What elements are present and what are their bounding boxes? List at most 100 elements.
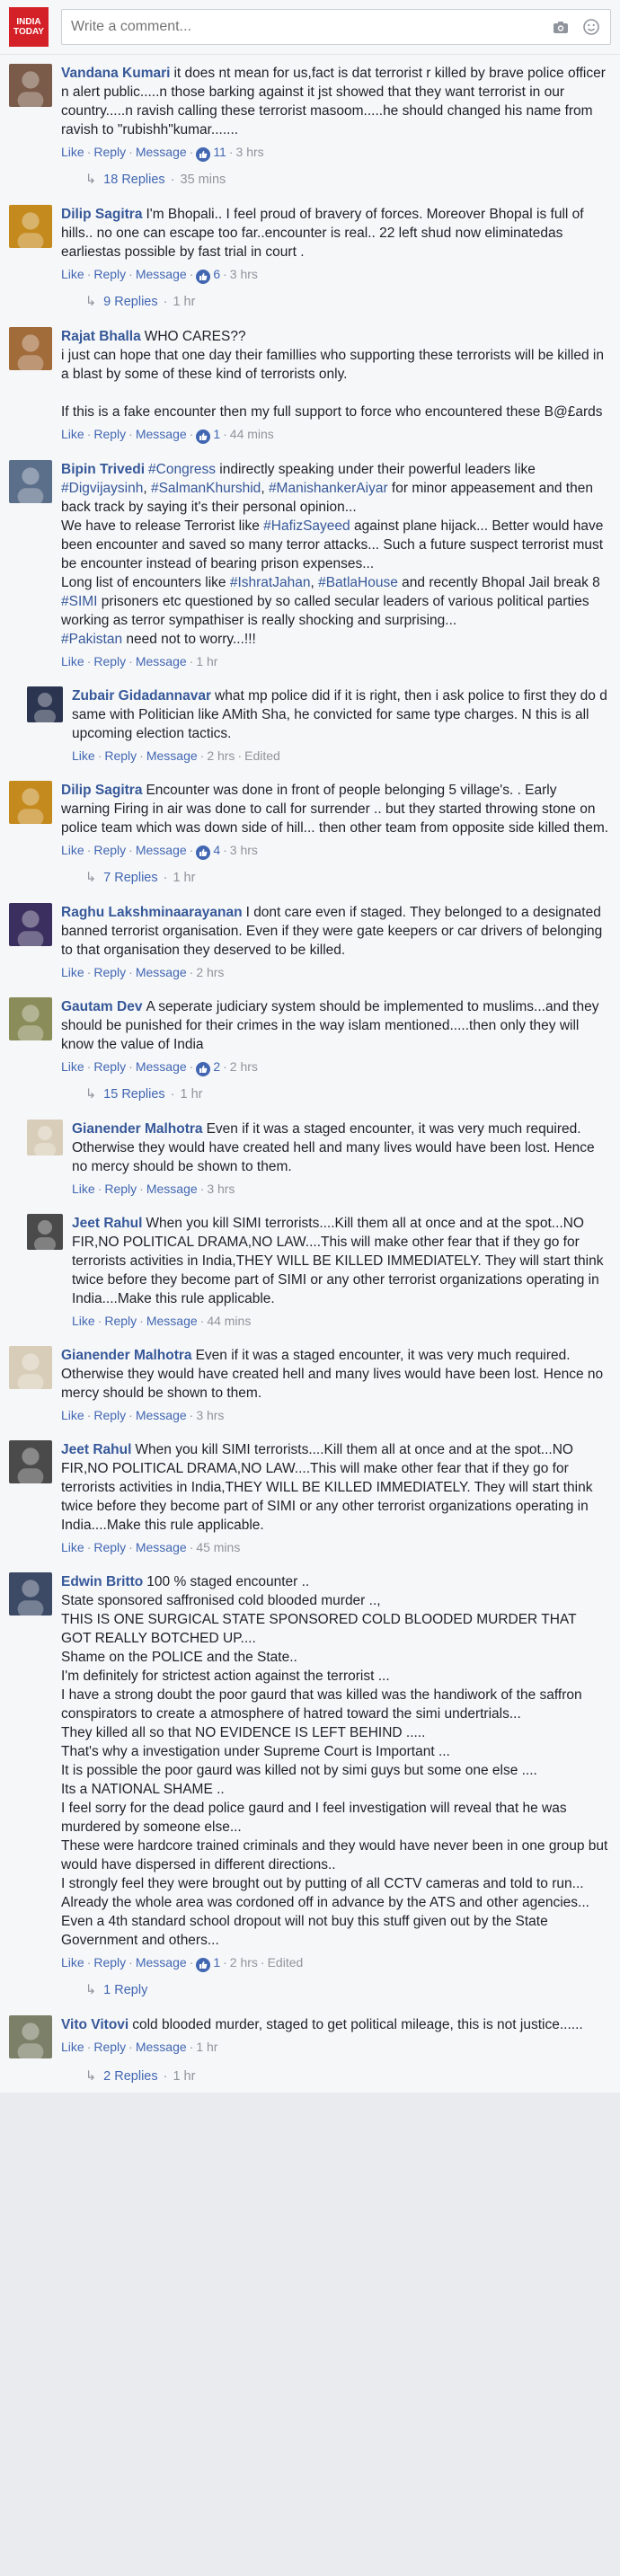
like-count[interactable]: 6 (213, 267, 220, 281)
reply-button[interactable]: Reply (104, 1182, 137, 1196)
replies-count[interactable]: 9 Replies (103, 295, 157, 309)
view-replies-link[interactable]: ↳ 18 Replies · 35 mins (0, 169, 620, 196)
comment-author[interactable]: Vandana Kumari (61, 66, 170, 81)
message-button[interactable]: Message (136, 843, 187, 857)
reply-button[interactable]: Reply (93, 1955, 126, 1970)
hashtag-link[interactable]: #IshratJahan (230, 575, 311, 590)
comment-timestamp[interactable]: 44 mins (207, 1314, 251, 1328)
like-count[interactable]: 2 (213, 1059, 220, 1074)
commenter-avatar[interactable] (27, 686, 63, 722)
message-button[interactable]: Message (136, 1540, 187, 1554)
comment-timestamp[interactable]: 3 hrs (196, 1408, 224, 1422)
message-button[interactable]: Message (146, 1182, 198, 1196)
comment-timestamp[interactable]: 2 hrs (230, 1059, 258, 1074)
comment-author[interactable]: Vito Vitovi (61, 2017, 128, 2032)
reply-button[interactable]: Reply (93, 965, 126, 979)
like-count[interactable]: 4 (213, 843, 220, 857)
message-button[interactable]: Message (136, 1408, 187, 1422)
hashtag-link[interactable]: #SIMI (61, 594, 97, 609)
like-button[interactable]: Like (72, 1314, 95, 1328)
commenter-avatar[interactable] (27, 1214, 63, 1250)
like-button[interactable]: Like (61, 2040, 84, 2054)
comment-author[interactable]: Bipin Trivedi (61, 462, 145, 477)
reply-button[interactable]: Reply (93, 2040, 126, 2054)
reply-button[interactable]: Reply (93, 1059, 126, 1074)
comment-author[interactable]: Edwin Britto (61, 1574, 143, 1589)
like-button[interactable]: Like (61, 267, 84, 281)
hashtag-link[interactable]: #Digvijaysinh (61, 481, 143, 496)
replies-count[interactable]: 15 Replies (103, 1087, 165, 1102)
like-count[interactable]: 11 (213, 145, 226, 159)
commenter-avatar[interactable] (9, 460, 52, 503)
like-button[interactable]: Like (61, 1059, 84, 1074)
message-button[interactable]: Message (146, 1314, 198, 1328)
comment-timestamp[interactable]: 3 hrs (236, 145, 264, 159)
view-replies-link[interactable]: ↳ 1 Reply (0, 1979, 620, 2006)
comment-input[interactable] (71, 19, 540, 35)
replies-count[interactable]: 2 Replies (103, 2069, 157, 2084)
message-button[interactable]: Message (136, 1955, 187, 1970)
like-button[interactable]: Like (61, 1955, 84, 1970)
commenter-avatar[interactable] (9, 781, 52, 824)
comment-author[interactable]: Dilip Sagitra (61, 207, 142, 222)
reply-button[interactable]: Reply (93, 654, 126, 668)
like-button[interactable]: Like (61, 1540, 84, 1554)
reply-button[interactable]: Reply (104, 1314, 137, 1328)
reply-button[interactable]: Reply (93, 843, 126, 857)
commenter-avatar[interactable] (9, 327, 52, 370)
commenter-avatar[interactable] (9, 64, 52, 107)
like-button[interactable]: Like (61, 654, 84, 668)
message-button[interactable]: Message (136, 1059, 187, 1074)
commenter-avatar[interactable] (27, 1120, 63, 1155)
commenter-avatar[interactable] (9, 997, 52, 1040)
comment-timestamp[interactable]: 1 hr (196, 2040, 217, 2054)
comment-timestamp[interactable]: 1 hr (196, 654, 217, 668)
commenter-avatar[interactable] (9, 1346, 52, 1389)
comment-timestamp[interactable]: 45 mins (196, 1540, 240, 1554)
like-button[interactable]: Like (61, 427, 84, 441)
comment-author[interactable]: Gianender Malhotra (72, 1121, 203, 1137)
like-count[interactable]: 1 (213, 427, 220, 441)
comment-timestamp[interactable]: 3 hrs (230, 843, 258, 857)
hashtag-link[interactable]: #Pakistan (61, 632, 122, 647)
commenter-avatar[interactable] (9, 2015, 52, 2058)
comment-author[interactable]: Jeet Rahul (72, 1216, 142, 1231)
like-count[interactable]: 1 (213, 1955, 220, 1970)
commenter-avatar[interactable] (9, 903, 52, 946)
hashtag-link[interactable]: #BatlaHouse (318, 575, 398, 590)
message-button[interactable]: Message (136, 427, 187, 441)
comment-timestamp[interactable]: 2 hrs (207, 748, 235, 763)
comment-timestamp[interactable]: 44 mins (230, 427, 274, 441)
commenter-avatar[interactable] (9, 1440, 52, 1483)
comment-author[interactable]: Dilip Sagitra (61, 783, 142, 798)
hashtag-link[interactable]: #HafizSayeed (263, 518, 350, 534)
message-button[interactable]: Message (136, 654, 187, 668)
replies-count[interactable]: 7 Replies (103, 871, 157, 885)
comment-author[interactable]: Raghu Lakshminaarayanan (61, 905, 243, 920)
view-replies-link[interactable]: ↳ 7 Replies · 1 hr (0, 867, 620, 894)
view-replies-link[interactable]: ↳ 9 Replies · 1 hr (0, 291, 620, 318)
comment-timestamp[interactable]: 3 hrs (207, 1182, 235, 1196)
like-button[interactable]: Like (72, 1182, 95, 1196)
hashtag-link[interactable]: #ManishankerAiyar (269, 481, 388, 496)
comment-timestamp[interactable]: 2 hrs (196, 965, 224, 979)
comment-author[interactable]: Zubair Gidadannavar (72, 688, 211, 704)
comment-author[interactable]: Gianender Malhotra (61, 1348, 192, 1363)
commenter-avatar[interactable] (9, 1572, 52, 1616)
message-button[interactable]: Message (136, 145, 187, 159)
message-button[interactable]: Message (136, 2040, 187, 2054)
reply-button[interactable]: Reply (104, 748, 137, 763)
reply-button[interactable]: Reply (93, 1408, 126, 1422)
reply-button[interactable]: Reply (93, 427, 126, 441)
like-button[interactable]: Like (61, 145, 84, 159)
reply-button[interactable]: Reply (93, 1540, 126, 1554)
hashtag-link[interactable]: #SalmanKhurshid (151, 481, 261, 496)
hashtag-link[interactable]: #Congress (148, 462, 216, 477)
like-button[interactable]: Like (72, 748, 95, 763)
reply-button[interactable]: Reply (93, 145, 126, 159)
comment-author[interactable]: Jeet Rahul (61, 1442, 131, 1457)
comment-input-box[interactable] (61, 9, 611, 45)
like-button[interactable]: Like (61, 1408, 84, 1422)
commenter-avatar[interactable] (9, 205, 52, 248)
reply-button[interactable]: Reply (93, 267, 126, 281)
